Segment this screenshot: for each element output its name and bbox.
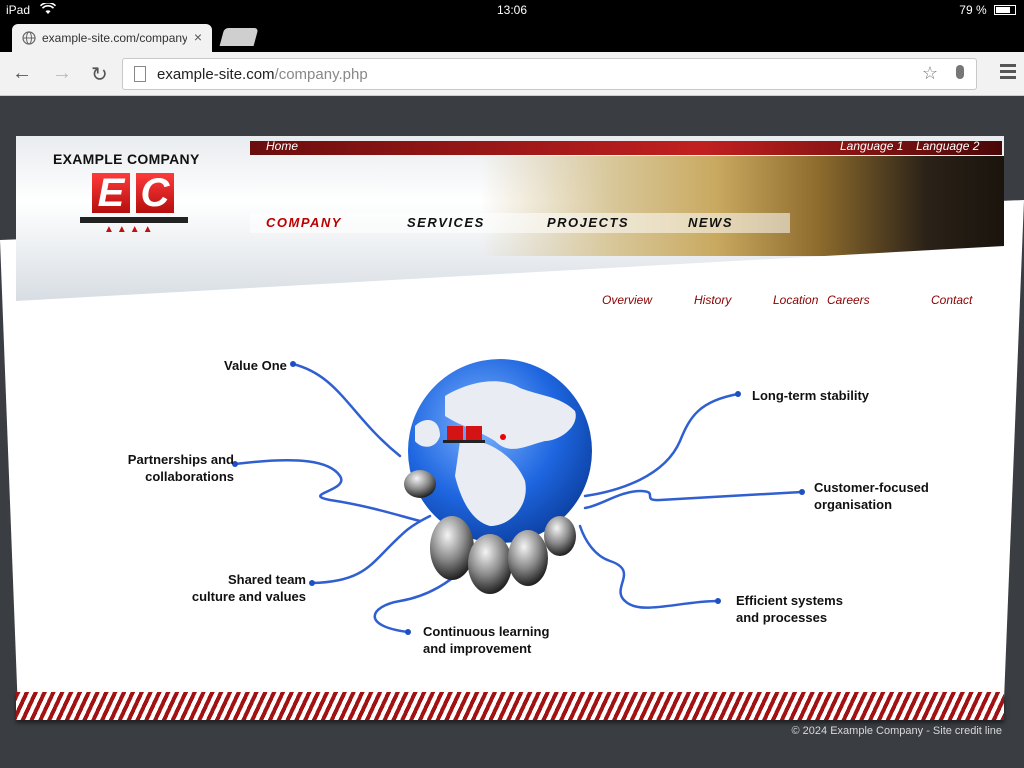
tab-current[interactable]: example-site.com/company × (12, 24, 212, 52)
menu-icon[interactable] (1000, 64, 1016, 82)
diagram-label: Value One (224, 357, 287, 374)
url-host: example-site.com (157, 66, 275, 83)
new-tab-button[interactable] (219, 28, 259, 46)
browser-toolbar: ← → ↻ example-site.com/company.php ☆ (0, 52, 1024, 96)
footer-stripe (16, 692, 1004, 720)
diagram-label: Long-term stability (752, 388, 870, 403)
url-path: /company.php (274, 66, 368, 83)
diagram-label: Shared team culture and values (191, 572, 306, 604)
bookmark-star-icon[interactable]: ☆ (922, 63, 938, 84)
battery-icon (994, 5, 1016, 15)
globe-icon (408, 359, 592, 543)
tab-title: example-site.com/company (42, 31, 187, 45)
diagram-label: Customer-focused organisation (814, 480, 929, 512)
address-bar[interactable]: example-site.com/company.php ☆ (122, 58, 977, 90)
diagram-label: Partnerships and collaborations (127, 452, 234, 484)
reload-icon[interactable]: ↻ (91, 62, 108, 87)
tab-strip: example-site.com/company × (0, 20, 1024, 52)
web-page: EXAMPLE COMPANY EC ▲▲▲▲ Home Language 1 … (0, 96, 1024, 768)
diagram-label-text: Value One (224, 358, 287, 373)
close-tab-icon[interactable]: × (194, 29, 202, 45)
status-bar: iPad 13:06 79 % (0, 0, 1024, 20)
url-text: example-site.com/company.php (157, 66, 368, 83)
footer-copyright: © 2024 Example Company - Site credit lin… (791, 725, 1002, 737)
values-diagram (232, 359, 805, 635)
page-icon (134, 66, 146, 82)
diagram-label: Efficient systems and processes (736, 593, 843, 625)
microphone-icon[interactable] (956, 65, 964, 79)
battery-indicator: 79 % (959, 3, 1016, 17)
globe-icon (22, 31, 36, 45)
battery-percent: 79 % (959, 3, 987, 17)
forward-arrow-icon[interactable]: → (52, 62, 72, 85)
diagram-label: Continuous learning and improvement (423, 624, 550, 656)
clock: 13:06 (496, 3, 528, 17)
back-arrow-icon[interactable]: ← (12, 62, 32, 85)
